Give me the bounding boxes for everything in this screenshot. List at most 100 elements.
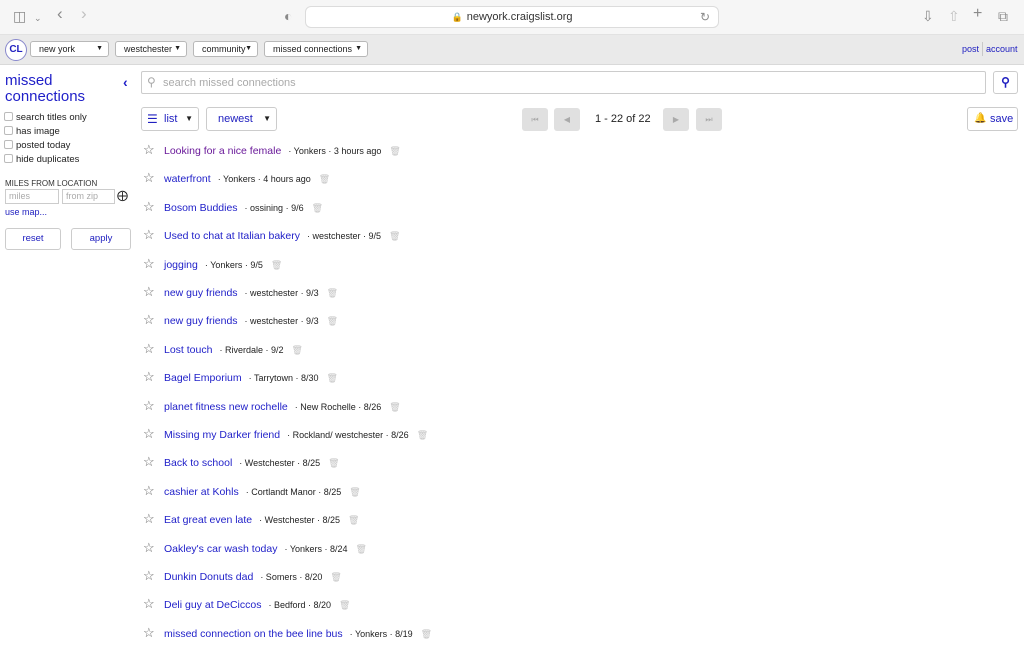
- listing-title-link[interactable]: Bosom Buddies: [164, 202, 238, 214]
- listing-title-link[interactable]: Dunkin Donuts dad: [164, 571, 253, 583]
- listing-title-link[interactable]: planet fitness new rochelle: [164, 401, 288, 413]
- next-page-button[interactable]: ▶: [663, 108, 689, 131]
- search-placeholder: search missed connections: [163, 77, 296, 89]
- trash-icon[interactable]: 🗑: [356, 544, 367, 554]
- trash-icon[interactable]: 🗑: [330, 572, 341, 582]
- star-icon[interactable]: ☆: [143, 426, 161, 442]
- share-icon[interactable]: ⇧: [948, 8, 960, 24]
- star-icon[interactable]: ☆: [143, 170, 161, 186]
- star-icon[interactable]: ☆: [143, 454, 161, 470]
- first-page-button[interactable]: ⏮: [522, 108, 548, 131]
- trash-icon[interactable]: 🗑: [349, 487, 360, 497]
- listing-title-link[interactable]: jogging: [164, 259, 198, 271]
- trash-icon[interactable]: 🗑: [389, 231, 400, 241]
- listing-title-link[interactable]: Deli guy at DeCiccos: [164, 599, 261, 611]
- checkbox[interactable]: [4, 112, 13, 121]
- chevron-down-icon[interactable]: ⌄: [34, 10, 42, 26]
- listing-title-link[interactable]: Eat great even late: [164, 514, 252, 526]
- star-icon[interactable]: ☆: [143, 284, 161, 300]
- use-map-link[interactable]: use map...: [5, 207, 47, 217]
- sidebar-toggle-icon[interactable]: ◫: [13, 8, 26, 24]
- listing-title-link[interactable]: Lost touch: [164, 344, 212, 356]
- star-icon[interactable]: ☆: [143, 142, 161, 158]
- forward-icon[interactable]: ›: [81, 5, 87, 22]
- post-link[interactable]: post: [962, 44, 979, 54]
- trash-icon[interactable]: 🗑: [328, 458, 339, 468]
- reload-icon[interactable]: ↻: [700, 7, 710, 27]
- checkbox[interactable]: [4, 154, 13, 163]
- last-page-button[interactable]: ⏭: [696, 108, 722, 131]
- bell-icon: 🔔: [974, 113, 987, 124]
- search-button[interactable]: ⚲: [993, 71, 1018, 94]
- listing-title-link[interactable]: Oakley's car wash today: [164, 543, 277, 555]
- star-icon[interactable]: ☆: [143, 596, 161, 612]
- miles-input[interactable]: miles: [5, 189, 59, 204]
- crumb-westchester[interactable]: westchester ▼: [115, 41, 187, 57]
- back-icon[interactable]: ‹: [57, 5, 63, 22]
- star-icon[interactable]: ☆: [143, 341, 161, 357]
- trash-icon[interactable]: 🗑: [339, 600, 350, 610]
- trash-icon[interactable]: 🗑: [327, 373, 338, 383]
- trash-icon[interactable]: 🗑: [389, 402, 400, 412]
- search-input[interactable]: ⚲ search missed connections: [141, 71, 986, 94]
- star-icon[interactable]: ☆: [143, 398, 161, 414]
- download-icon[interactable]: ⇩: [922, 8, 934, 24]
- trash-icon[interactable]: 🗑: [291, 345, 302, 355]
- cl-logo[interactable]: CL: [5, 39, 27, 61]
- crumb-community[interactable]: community ▼: [193, 41, 258, 57]
- trash-icon[interactable]: 🗑: [327, 288, 338, 298]
- new-tab-icon[interactable]: +: [973, 6, 982, 22]
- star-icon[interactable]: ☆: [143, 312, 161, 328]
- crumb-missed-connections[interactable]: missed connections ▼: [264, 41, 368, 57]
- filter-has-image[interactable]: has image: [4, 126, 60, 137]
- apply-button[interactable]: apply: [71, 228, 131, 250]
- listing-title-link[interactable]: cashier at Kohls: [164, 486, 239, 498]
- dropdown-caret-icon: ▼: [245, 45, 252, 52]
- star-icon[interactable]: ☆: [143, 540, 161, 556]
- checkbox[interactable]: [4, 126, 13, 135]
- filter-posted-today[interactable]: posted today: [4, 140, 70, 151]
- listing-title-link[interactable]: Back to school: [164, 457, 232, 469]
- listing-title-link[interactable]: Used to chat at Italian bakery: [164, 230, 300, 242]
- sort-select[interactable]: newest ▼: [206, 107, 277, 131]
- trash-icon[interactable]: 🗑: [271, 260, 282, 270]
- trash-icon[interactable]: 🗑: [312, 203, 323, 213]
- trash-icon[interactable]: 🗑: [348, 515, 359, 525]
- listing-title-link[interactable]: Missing my Darker friend: [164, 429, 280, 441]
- reset-button[interactable]: reset: [5, 228, 61, 250]
- tabs-overview-icon[interactable]: ⧉: [998, 8, 1008, 24]
- trash-icon[interactable]: 🗑: [421, 629, 432, 639]
- crumb-new-york[interactable]: new york ▼: [30, 41, 109, 57]
- zip-input[interactable]: from zip: [62, 189, 115, 204]
- listing-title-link[interactable]: Bagel Emporium: [164, 372, 242, 384]
- view-mode-select[interactable]: ☰ list ▼: [141, 107, 199, 131]
- trash-icon[interactable]: 🗑: [417, 430, 428, 440]
- star-icon[interactable]: ☆: [143, 511, 161, 527]
- privacy-shield-icon[interactable]: ◐: [284, 8, 292, 24]
- star-icon[interactable]: ☆: [143, 199, 161, 215]
- checkbox[interactable]: [4, 140, 13, 149]
- filter-hide-duplicates[interactable]: hide duplicates: [4, 154, 79, 165]
- trash-icon[interactable]: 🗑: [389, 146, 400, 156]
- save-search-button[interactable]: 🔔 save: [967, 107, 1018, 131]
- star-icon[interactable]: ☆: [143, 568, 161, 584]
- listing-title-link[interactable]: new guy friends: [164, 315, 238, 327]
- listing-title-link[interactable]: missed connection on the bee line bus: [164, 628, 343, 640]
- collapse-sidebar-icon[interactable]: ‹: [123, 74, 128, 90]
- listing-title-link[interactable]: new guy friends: [164, 287, 238, 299]
- filter-search-titles[interactable]: search titles only: [4, 112, 87, 123]
- star-icon[interactable]: ☆: [143, 256, 161, 272]
- address-bar[interactable]: 🔒 newyork.craigslist.org ↻: [305, 6, 719, 28]
- prev-page-button[interactable]: ◀: [554, 108, 580, 131]
- star-icon[interactable]: ☆: [143, 369, 161, 385]
- trash-icon[interactable]: 🗑: [327, 316, 338, 326]
- sidebar-title[interactable]: missed connections: [5, 73, 115, 105]
- listing-title-link[interactable]: waterfront: [164, 173, 211, 185]
- star-icon[interactable]: ☆: [143, 227, 161, 243]
- trash-icon[interactable]: 🗑: [319, 174, 330, 184]
- account-link[interactable]: account: [986, 44, 1018, 54]
- listing-title-link[interactable]: Looking for a nice female: [164, 145, 281, 157]
- locate-icon[interactable]: ⨁: [117, 189, 128, 202]
- star-icon[interactable]: ☆: [143, 483, 161, 499]
- star-icon[interactable]: ☆: [143, 625, 161, 641]
